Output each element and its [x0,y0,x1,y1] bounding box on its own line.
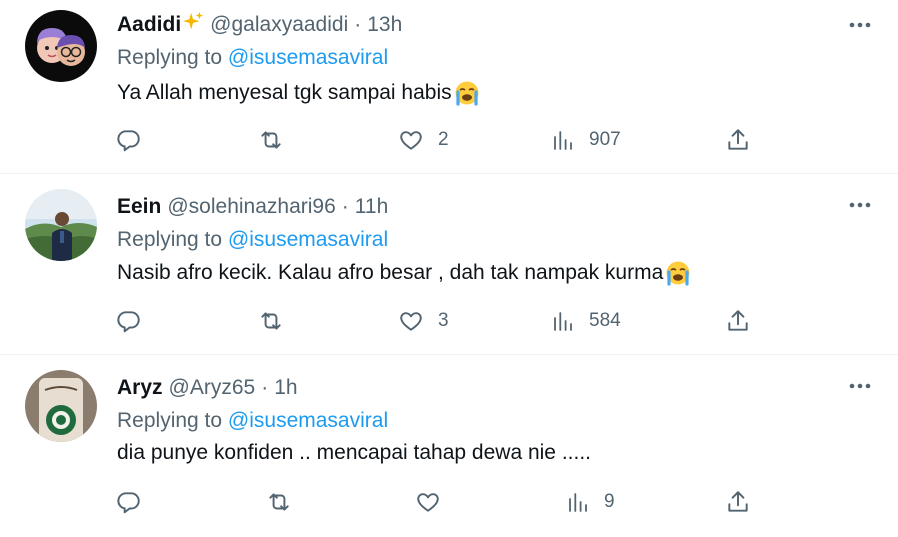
display-name[interactable]: Aryz [117,376,163,400]
user-handle[interactable]: @solehinazhari96 [167,195,335,219]
views-button[interactable]: 9 [566,482,615,522]
avatar[interactable] [25,189,97,261]
tweet-text-content: Ya Allah menyesal tgk sampai habis [117,81,452,104]
view-count: 9 [604,491,615,512]
tweet-actions: 2 907 [0,120,898,160]
views-icon [554,312,572,331]
retweet-button[interactable] [257,120,285,160]
tweet-text-content: Nasib afro kecik. Kalau afro besar , dah… [117,261,664,284]
share-icon [728,129,748,150]
tweet-reply[interactable]: Aadidi @galaxyaadidi · 13h Replying to @… [0,0,898,174]
retweet-icon [261,312,281,330]
replying-to: Replying to @isusemasaviral [117,46,388,70]
share-icon [728,310,748,331]
user-handle[interactable]: @galaxyaadidi [210,13,348,37]
views-icon [554,131,572,150]
replying-to-label: Replying to [117,228,223,251]
like-button[interactable] [415,482,455,522]
tweet-header: Aadidi @galaxyaadidi · 13h [117,10,402,40]
separator-dot: · [341,195,349,218]
user-handle[interactable]: @Aryz65 [169,376,256,400]
like-button[interactable]: 2 [398,120,449,160]
crying-face-emoji [665,260,691,286]
views-icon [569,493,587,512]
tweet-reply[interactable]: Eein @solehinazhari96 · 11h Replying to … [0,174,898,355]
reply-button[interactable] [116,301,142,341]
tweet-text: dia punye konfiden .. mencapai tahap dew… [117,441,591,465]
views-button[interactable]: 907 [551,120,621,160]
sparkles-icon [182,11,204,39]
more-options-icon[interactable] [848,193,872,217]
tweet-header: Eein @solehinazhari96 · 11h [117,192,388,222]
share-button[interactable] [725,482,751,522]
mention-link[interactable]: @isusemasaviral [228,409,388,432]
views-button[interactable]: 584 [551,301,621,341]
tweet-text: Nasib afro kecik. Kalau afro besar , dah… [117,260,691,286]
avatar[interactable] [25,10,97,82]
like-count: 3 [438,310,449,331]
reply-button[interactable] [116,120,142,160]
mention-link[interactable]: @isusemasaviral [228,228,388,251]
retweet-icon [269,493,289,511]
reply-icon [117,492,140,514]
share-button[interactable] [725,301,751,341]
retweet-icon [261,131,281,149]
replying-to: Replying to @isusemasaviral [117,409,388,433]
crying-face-emoji [454,80,480,106]
separator-dot: · [354,13,362,36]
view-count: 907 [589,129,621,150]
separator-dot: · [261,376,269,399]
heart-icon [400,131,422,150]
retweet-button[interactable] [265,482,293,522]
replying-to-label: Replying to [117,46,223,69]
heart-icon [417,493,439,512]
tweet-header: Aryz @Aryz65 · 1h [117,373,298,403]
tweet-actions: 3 584 [0,301,898,341]
share-icon [728,491,748,512]
display-name[interactable]: Eein [117,195,161,219]
view-count: 584 [589,310,621,331]
replying-to-label: Replying to [117,409,223,432]
heart-icon [400,312,422,331]
like-button[interactable]: 3 [398,301,449,341]
reply-icon [117,130,140,152]
timestamp[interactable]: 1h [274,376,297,400]
display-name[interactable]: Aadidi [117,13,181,37]
mention-link[interactable]: @isusemasaviral [228,46,388,69]
tweet-text: Ya Allah menyesal tgk sampai habis [117,80,480,106]
timestamp[interactable]: 11h [355,195,388,219]
like-count: 2 [438,129,449,150]
share-button[interactable] [725,120,751,160]
tweet-text-content: dia punye konfiden .. mencapai tahap dew… [117,441,591,464]
avatar[interactable] [25,370,97,442]
more-options-icon[interactable] [848,13,872,37]
tweet-reply[interactable]: Aryz @Aryz65 · 1h Replying to @isusemasa… [0,355,898,537]
more-options-icon[interactable] [848,374,872,398]
replying-to: Replying to @isusemasaviral [117,228,388,252]
tweet-actions: 9 [0,482,898,522]
retweet-button[interactable] [257,301,285,341]
reply-button[interactable] [116,482,142,522]
timestamp[interactable]: 13h [367,13,402,37]
reply-icon [117,311,140,333]
